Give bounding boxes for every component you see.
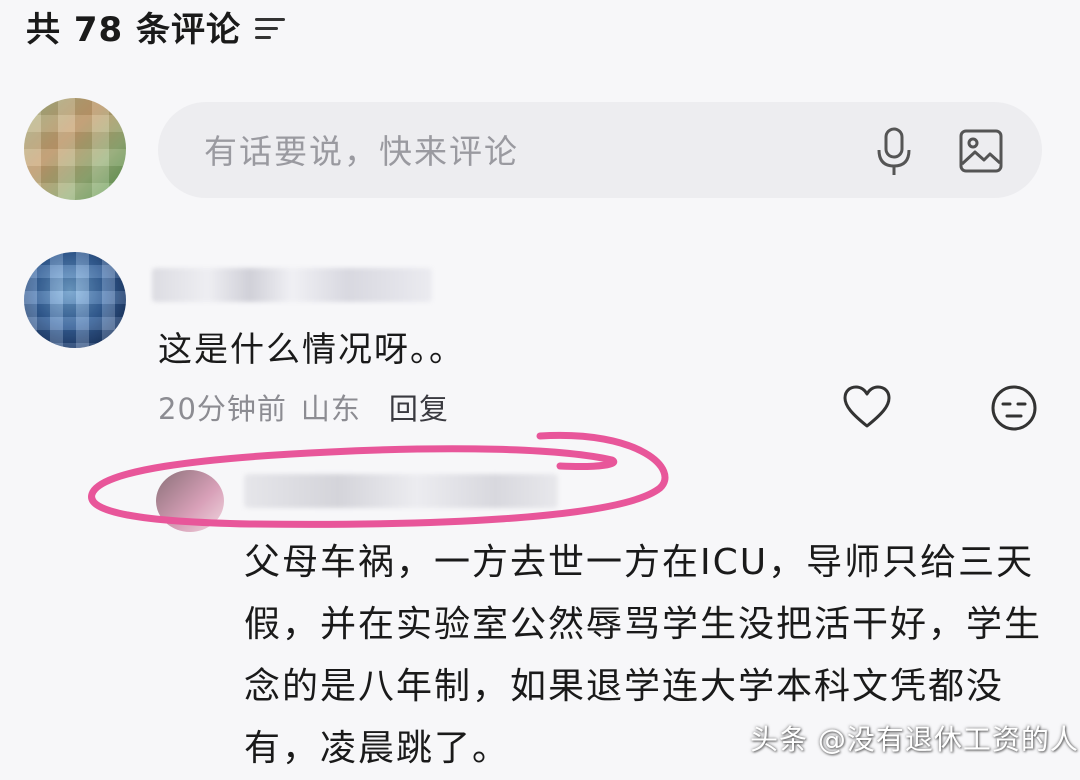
microphone-icon[interactable] [874, 126, 914, 178]
comment-meta: 20分钟前 山东 回复 [158, 386, 449, 428]
current-user-avatar[interactable] [24, 98, 126, 200]
commenter-avatar[interactable] [24, 252, 126, 348]
reply-avatar[interactable] [156, 470, 224, 532]
reply-name-blurred[interactable] [244, 474, 558, 508]
comment-text: 这是什么情况呀。。 [158, 330, 465, 370]
comment-composer[interactable] [158, 102, 1042, 198]
comment-time: 20分钟前 [158, 392, 287, 426]
comment-count-header: 共 78 条评论 [26, 4, 285, 50]
neutral-face-icon[interactable] [990, 384, 1038, 432]
image-icon[interactable] [958, 128, 1004, 174]
comment-count-title: 共 78 条评论 [26, 9, 241, 50]
heart-icon[interactable] [842, 384, 892, 430]
comment-location: 山东 [300, 392, 361, 426]
reply-button[interactable]: 回复 [389, 386, 449, 428]
commenter-name-blurred[interactable] [152, 268, 432, 302]
sort-lines-icon[interactable] [255, 16, 285, 42]
comment-input[interactable] [202, 124, 826, 178]
watermark: 头条 @没有退休工资的人 [750, 723, 1079, 756]
